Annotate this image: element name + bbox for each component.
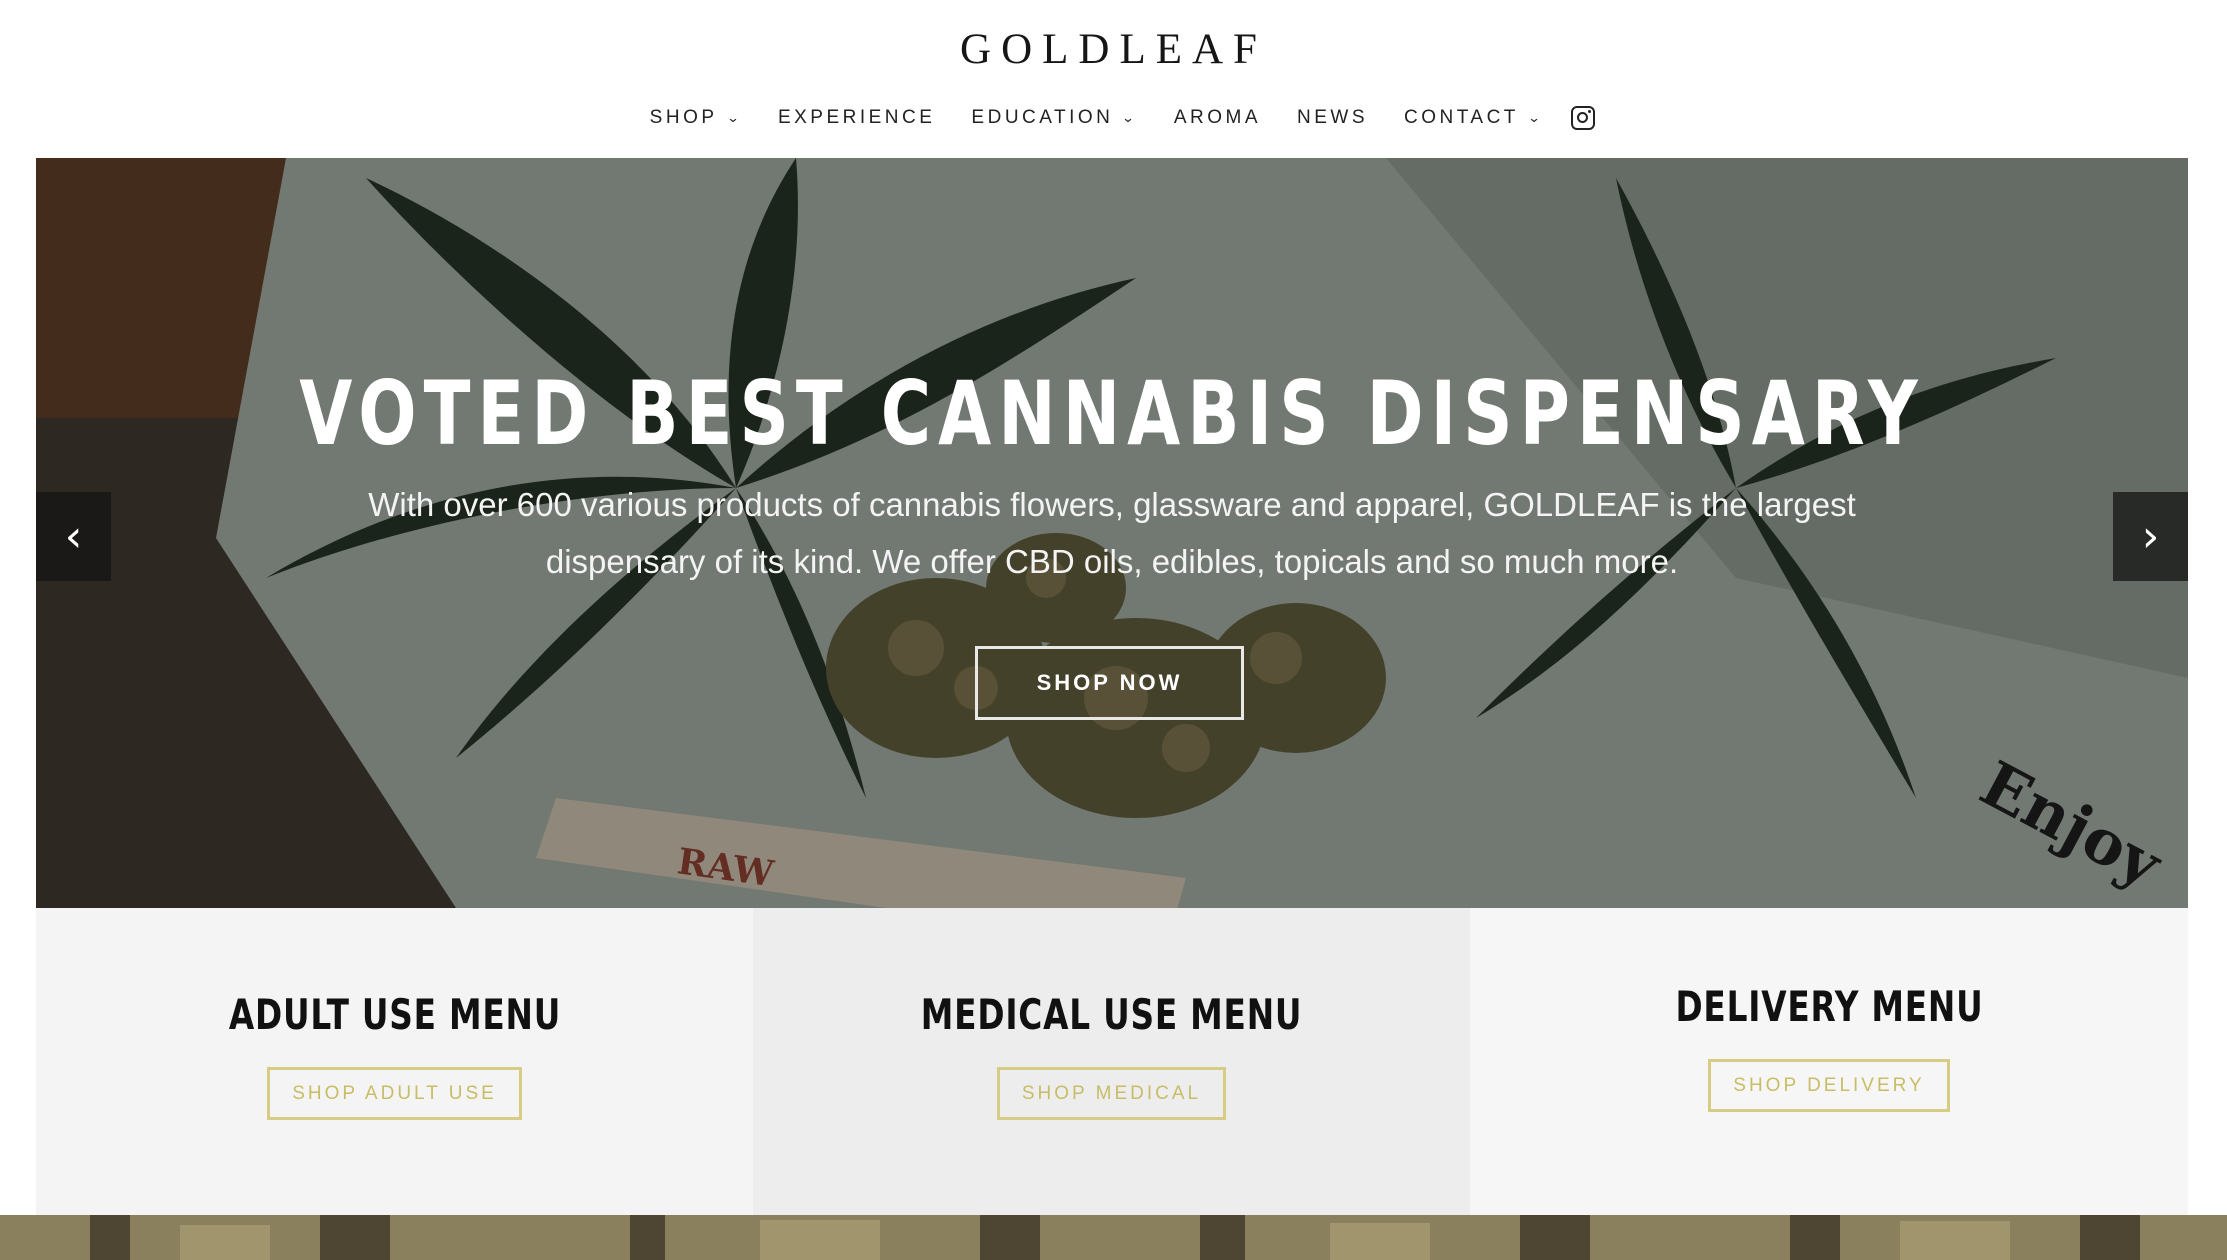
nav-item-label: EXPERIENCE	[777, 107, 936, 128]
slider-prev-button[interactable]: ‹	[36, 492, 111, 581]
nav-item-news[interactable]: NEWS	[1297, 107, 1368, 129]
nav-item-education[interactable]: EDUCATION ⌄	[971, 107, 1137, 129]
adult-use-menu-card: ADULT USE MENU SHOP ADULT USE	[36, 908, 753, 1215]
delivery-menu-card: DELIVERY MENU SHOP DELIVERY	[1470, 908, 2188, 1215]
shop-now-button[interactable]: SHOP NOW	[975, 646, 1244, 720]
medical-use-menu-card: MEDICAL USE MENU SHOP MEDICAL	[753, 908, 1470, 1215]
main-nav: SHOP ⌄ EXPERIENCE EDUCATION ⌄ AROMA NEWS…	[0, 104, 2227, 132]
nav-item-shop[interactable]: SHOP ⌄	[650, 107, 742, 129]
nav-item-label: SHOP	[649, 107, 718, 128]
nav-item-contact[interactable]: CONTACT ⌄	[1404, 107, 1543, 129]
shop-adult-use-button[interactable]: SHOP ADULT USE	[267, 1067, 522, 1120]
chevron-right-icon: ›	[2141, 511, 2160, 562]
card-title: MEDICAL USE MENU	[920, 990, 1303, 1039]
hero-subtitle: With over 600 various products of cannab…	[368, 486, 1856, 580]
shop-delivery-button[interactable]: SHOP DELIVERY	[1708, 1059, 1950, 1112]
bottom-image-strip	[0, 1215, 2227, 1260]
nav-item-label: NEWS	[1297, 107, 1368, 128]
instagram-icon[interactable]	[1571, 106, 1596, 130]
nav-item-experience[interactable]: EXPERIENCE	[778, 107, 935, 129]
chevron-down-icon: ⌄	[1121, 110, 1140, 125]
hero-title: VOTED BEST CANNABIS DISPENSARY	[299, 362, 1925, 465]
nav-item-aroma[interactable]: AROMA	[1174, 107, 1261, 129]
site-logo[interactable]: GOLDLEAF	[0, 28, 2227, 71]
nav-item-label: EDUCATION	[971, 107, 1114, 128]
bottom-strip-image	[0, 1215, 2227, 1260]
chevron-down-icon: ⌄	[1527, 110, 1545, 125]
hero-slider: RAW Enjoy VOTED BEST CANNABIS DISPENSARY…	[36, 158, 2188, 908]
chevron-down-icon: ⌄	[726, 110, 744, 125]
slider-next-button[interactable]: ›	[2113, 492, 2188, 581]
chevron-left-icon: ‹	[64, 511, 83, 562]
nav-item-label: AROMA	[1173, 107, 1261, 128]
card-title: ADULT USE MENU	[228, 990, 561, 1039]
card-title: DELIVERY MENU	[1674, 982, 1984, 1031]
nav-item-label: CONTACT	[1404, 107, 1519, 128]
shop-medical-button[interactable]: SHOP MEDICAL	[996, 1067, 1227, 1120]
